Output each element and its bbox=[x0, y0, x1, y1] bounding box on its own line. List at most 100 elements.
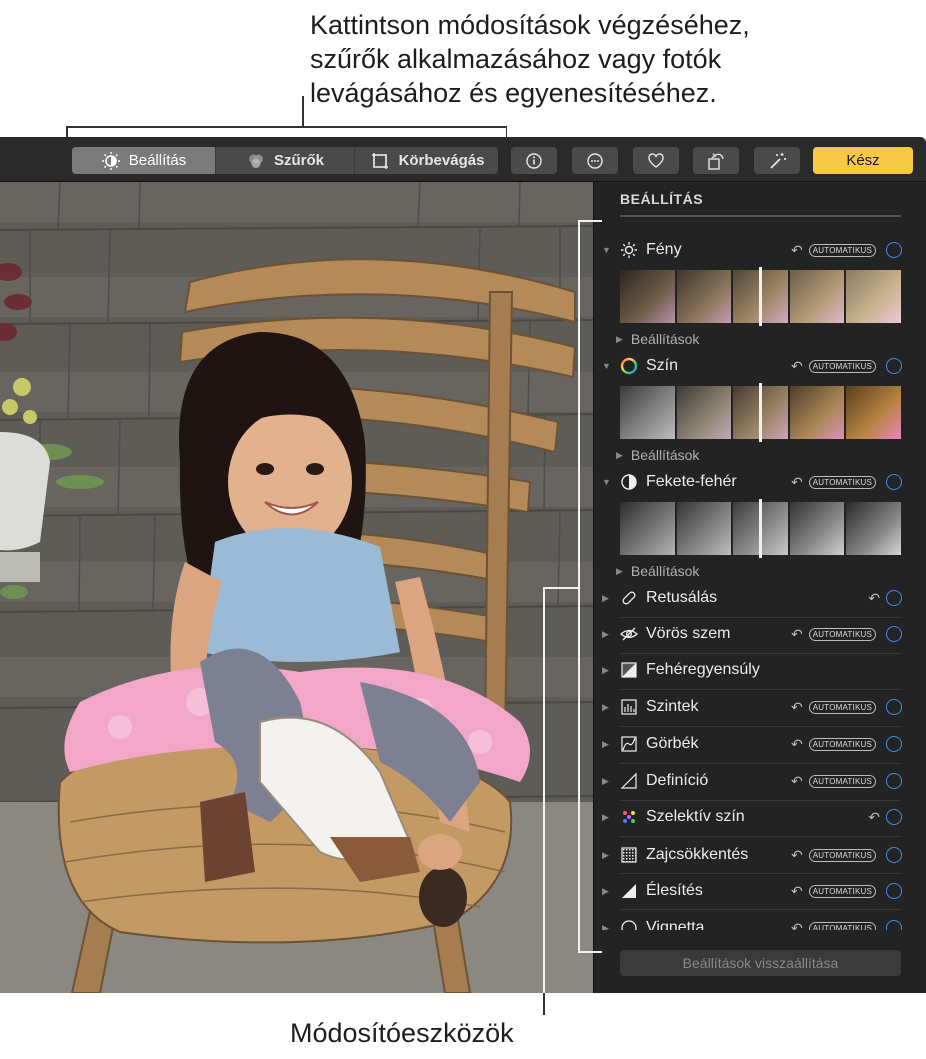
levels-icon bbox=[620, 698, 638, 716]
callout-bracket bbox=[578, 220, 580, 952]
callout-bracket bbox=[66, 126, 507, 128]
adjustment-noise-reduction[interactable]: ▶ Zajcsökkentés ↶ AUTOMATIKUS bbox=[602, 842, 902, 868]
favorite-button[interactable] bbox=[633, 147, 679, 174]
adjustment-selective-color[interactable]: ▶ Szelektív szín ↶ bbox=[602, 804, 902, 830]
callout-toolbar: Kattintson módosítások végzéséhez, szűrő… bbox=[310, 8, 910, 110]
auto-button[interactable]: AUTOMATIKUS bbox=[808, 774, 876, 788]
auto-button[interactable]: AUTOMATIKUS bbox=[808, 243, 876, 257]
auto-button[interactable]: AUTOMATIKUS bbox=[808, 884, 876, 898]
done-button[interactable]: Kész bbox=[813, 147, 913, 174]
revert-icon[interactable]: ↶ bbox=[791, 358, 803, 375]
revert-icon[interactable]: ↶ bbox=[791, 883, 803, 900]
photo-canvas[interactable] bbox=[0, 182, 593, 993]
definition-icon bbox=[620, 772, 638, 790]
enable-toggle[interactable] bbox=[886, 474, 902, 490]
color-preview-strip[interactable] bbox=[620, 383, 901, 442]
white-balance-icon bbox=[620, 661, 638, 679]
expand-triangle-icon[interactable]: ▶ bbox=[602, 812, 612, 822]
enable-toggle[interactable] bbox=[886, 847, 902, 863]
revert-icon[interactable]: ↶ bbox=[868, 590, 880, 607]
auto-button[interactable]: AUTOMATIKUS bbox=[808, 475, 876, 489]
options-label: Beállítások bbox=[630, 331, 700, 347]
reset-adjustments-button[interactable]: Beállítások visszaállítása bbox=[620, 950, 901, 976]
expand-triangle-icon[interactable]: ▶ bbox=[602, 850, 612, 860]
expand-triangle-icon[interactable]: ▶ bbox=[602, 629, 612, 639]
thumbnail bbox=[620, 386, 675, 439]
enable-toggle[interactable] bbox=[886, 358, 902, 374]
collapse-triangle-icon[interactable]: ▼ bbox=[602, 477, 612, 487]
collapse-triangle-icon[interactable]: ▼ bbox=[602, 245, 612, 255]
enable-toggle[interactable] bbox=[886, 773, 902, 789]
curves-icon bbox=[620, 735, 638, 753]
adjustment-retouch[interactable]: ▶ Retusálás ↶ bbox=[602, 585, 902, 611]
revert-icon[interactable]: ↶ bbox=[791, 242, 803, 259]
tab-crop[interactable]: Körbevágás bbox=[355, 147, 498, 174]
slider-handle[interactable] bbox=[759, 499, 762, 558]
expand-triangle-icon[interactable]: ▶ bbox=[602, 593, 612, 603]
revert-icon[interactable]: ↶ bbox=[791, 474, 803, 491]
callout-leader bbox=[302, 96, 304, 126]
adjustment-label: Zajcsökkentés bbox=[646, 846, 749, 863]
revert-icon[interactable]: ↶ bbox=[791, 920, 803, 931]
enable-toggle[interactable] bbox=[886, 699, 902, 715]
expand-triangle-icon[interactable]: ▶ bbox=[602, 886, 612, 896]
options-disclosure[interactable]: ▶ Beállítások bbox=[616, 447, 699, 463]
adjustment-sharpen[interactable]: ▶ Élesítés ↶ AUTOMATIKUS bbox=[602, 878, 902, 904]
collapse-triangle-icon[interactable]: ▼ bbox=[602, 361, 612, 371]
callout-line: szűrők alkalmazásához vagy fotók bbox=[310, 44, 722, 74]
rotate-button[interactable] bbox=[693, 147, 739, 174]
auto-button[interactable]: AUTOMATIKUS bbox=[808, 737, 876, 751]
adjustment-light[interactable]: ▼ Fény ↶ AUTOMATIKUS bbox=[602, 237, 902, 263]
tab-adjust[interactable]: Beállítás bbox=[72, 147, 215, 174]
enable-toggle[interactable] bbox=[886, 736, 902, 752]
adjustment-curves[interactable]: ▶ Görbék ↶ AUTOMATIKUS bbox=[602, 731, 902, 757]
adjustment-white-balance[interactable]: ▶ Fehéregyensúly bbox=[602, 657, 902, 683]
enable-toggle[interactable] bbox=[886, 626, 902, 642]
slider-handle[interactable] bbox=[759, 383, 762, 442]
adjustment-levels[interactable]: ▶ Szintek ↶ AUTOMATIKUS bbox=[602, 694, 902, 720]
adjust-icon bbox=[101, 151, 120, 170]
adjustment-color[interactable]: ▼ Szín ↶ AUTOMATIKUS bbox=[602, 353, 902, 379]
options-disclosure[interactable]: ▶ Beállítások bbox=[616, 563, 699, 579]
enable-toggle[interactable] bbox=[886, 920, 902, 930]
revert-icon[interactable]: ↶ bbox=[791, 699, 803, 716]
light-preview-strip[interactable] bbox=[620, 267, 901, 326]
adjustment-black-white[interactable]: ▼ Fekete-fehér ↶ AUTOMATIKUS bbox=[602, 469, 902, 495]
auto-button[interactable]: AUTOMATIKUS bbox=[808, 359, 876, 373]
revert-icon[interactable]: ↶ bbox=[791, 847, 803, 864]
enhance-button[interactable] bbox=[754, 147, 800, 174]
rotate-icon bbox=[708, 152, 724, 170]
auto-button[interactable]: AUTOMATIKUS bbox=[808, 921, 876, 930]
auto-button[interactable]: AUTOMATIKUS bbox=[808, 700, 876, 714]
expand-triangle-icon[interactable]: ▶ bbox=[602, 776, 612, 786]
callout-adjust-tools: Módosítóeszközök bbox=[290, 1018, 514, 1048]
photo-image bbox=[0, 182, 593, 993]
divider bbox=[620, 653, 901, 654]
info-button[interactable] bbox=[511, 147, 557, 174]
divider bbox=[620, 763, 901, 764]
adjustment-vignette[interactable]: ▶ Vignetta ↶ AUTOMATIKUS bbox=[602, 915, 902, 930]
revert-icon[interactable]: ↶ bbox=[791, 773, 803, 790]
adjustment-red-eye[interactable]: ▶ Vörös szem ↶ AUTOMATIKUS bbox=[602, 621, 902, 647]
more-button[interactable] bbox=[572, 147, 618, 174]
revert-icon[interactable]: ↶ bbox=[868, 809, 880, 826]
expand-triangle-icon[interactable]: ▶ bbox=[602, 702, 612, 712]
expand-triangle-icon[interactable]: ▶ bbox=[602, 665, 612, 675]
slider-handle[interactable] bbox=[759, 267, 762, 326]
black-white-preview-strip[interactable] bbox=[620, 499, 901, 558]
adjustment-label: Retusálás bbox=[646, 589, 718, 606]
adjustment-definition[interactable]: ▶ Definíció ↶ AUTOMATIKUS bbox=[602, 768, 902, 794]
options-disclosure[interactable]: ▶ Beállítások bbox=[616, 331, 699, 347]
expand-triangle-icon[interactable]: ▶ bbox=[602, 923, 612, 931]
revert-icon[interactable]: ↶ bbox=[791, 736, 803, 753]
tab-filters[interactable]: Szűrők bbox=[215, 147, 355, 174]
auto-button[interactable]: AUTOMATIKUS bbox=[808, 627, 876, 641]
adjustment-label: Görbék bbox=[646, 735, 699, 752]
expand-triangle-icon[interactable]: ▶ bbox=[602, 739, 612, 749]
revert-icon[interactable]: ↶ bbox=[791, 626, 803, 643]
enable-toggle[interactable] bbox=[886, 809, 902, 825]
enable-toggle[interactable] bbox=[886, 590, 902, 606]
enable-toggle[interactable] bbox=[886, 883, 902, 899]
enable-toggle[interactable] bbox=[886, 242, 902, 258]
auto-button[interactable]: AUTOMATIKUS bbox=[808, 848, 876, 862]
